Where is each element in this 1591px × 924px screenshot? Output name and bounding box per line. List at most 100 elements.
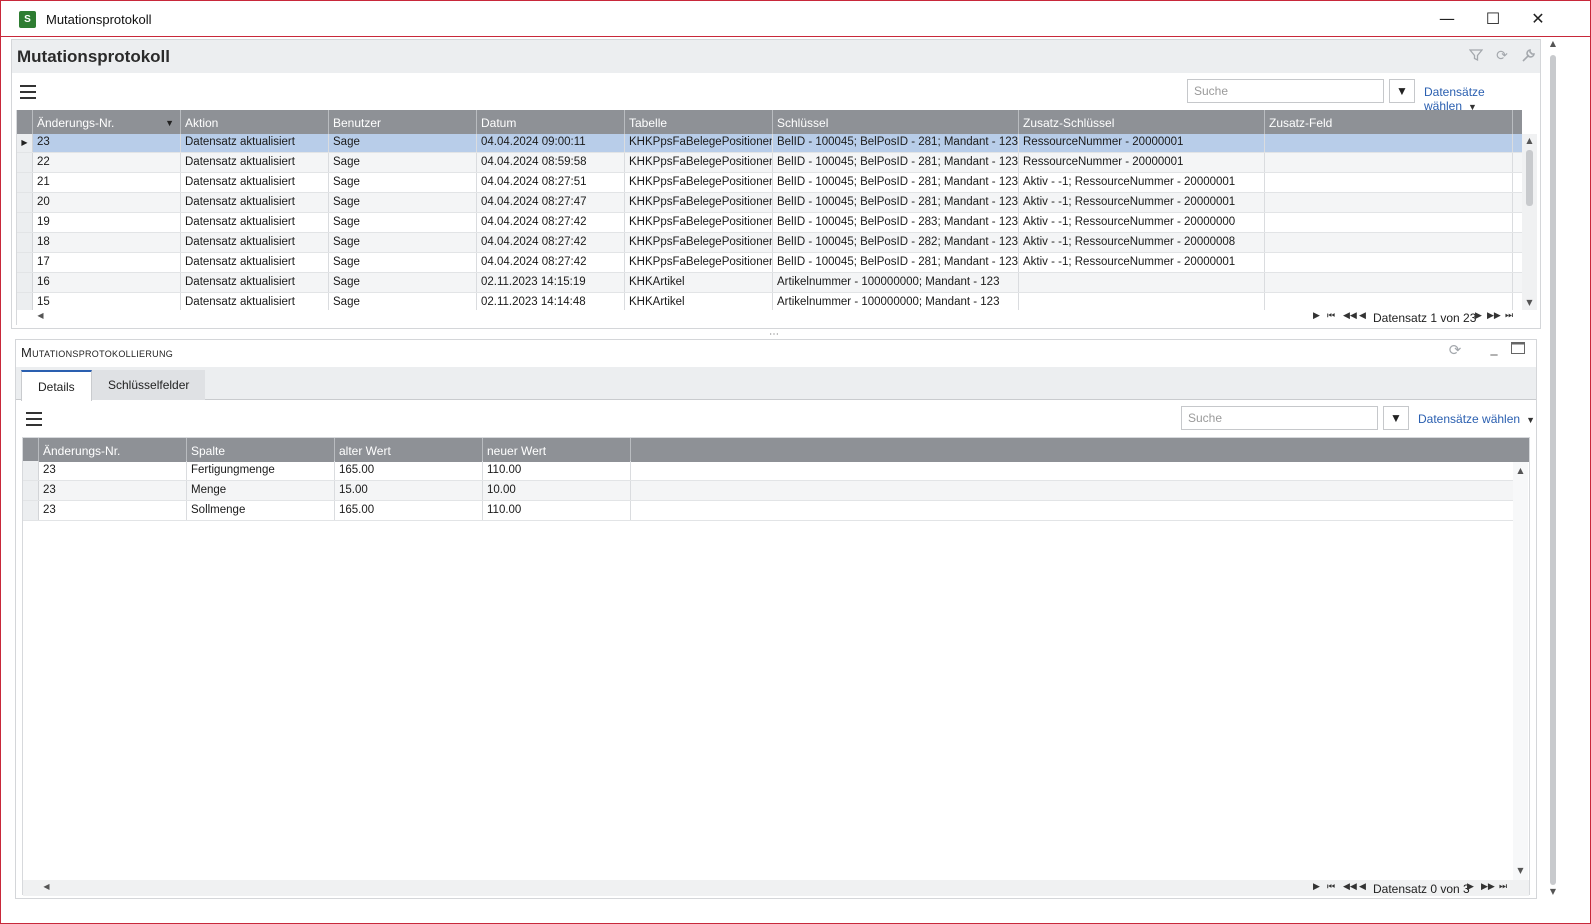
table-cell: 16 [33, 273, 181, 292]
maximize-button[interactable]: ☐ [1470, 7, 1516, 31]
column-header[interactable]: Benutzer [329, 110, 477, 134]
choose-records-link[interactable]: Datensätze wählen ▼ [1424, 85, 1540, 113]
nav-next-icon[interactable]: ▶ [1475, 311, 1482, 321]
column-header[interactable]: Zusatz-Feld [1265, 110, 1513, 134]
search-input[interactable]: Suche [1187, 79, 1384, 103]
nav-next-page-icon[interactable]: ▶▶ [1487, 311, 1501, 321]
minimize-button[interactable]: — [1424, 7, 1470, 31]
scroll-thumb[interactable] [1526, 150, 1533, 206]
scroll-down-icon[interactable]: ▼ [1546, 887, 1560, 896]
row-indicator[interactable] [17, 193, 33, 212]
vertical-scrollbar[interactable]: ▲ ▼ [1513, 462, 1528, 880]
horizontal-scrollbar[interactable] [23, 880, 1529, 896]
table-cell: BelID - 100045; BelPosID - 281; Mandant … [773, 153, 1019, 172]
app-logo-icon: S [19, 11, 36, 28]
scroll-thumb[interactable] [1550, 55, 1556, 885]
nav-prev-page-icon[interactable]: ◀◀ [1343, 311, 1357, 321]
table-row[interactable]: 23 Fertigungmenge 165.00 110.00 [23, 461, 1513, 481]
column-header[interactable]: Tabelle [625, 110, 773, 134]
column-header[interactable]: Datum [477, 110, 625, 134]
close-button[interactable]: ✕ [1515, 7, 1561, 31]
row-indicator[interactable] [17, 293, 33, 310]
detail-panel-title: Mutationsprotokollierung [21, 345, 174, 360]
table-row[interactable]: 23 Sollmenge 165.00 110.00 [23, 501, 1513, 521]
choose-records-link[interactable]: Datensätze wählen ▼ [1418, 412, 1535, 426]
vertical-scrollbar[interactable]: ▲ ▼ [1522, 134, 1537, 310]
row-indicator[interactable] [17, 173, 33, 192]
nav-prev-icon[interactable]: ◀ [1359, 882, 1366, 892]
row-indicator[interactable] [17, 253, 33, 272]
column-header[interactable]: Änderungs-Nr. [39, 438, 187, 462]
column-header[interactable]: Aktion [181, 110, 329, 134]
column-header[interactable]: neuer Wert [483, 438, 631, 462]
table-row[interactable]: 15 Datensatz aktualisiert Sage 02.11.2023 1… [17, 293, 1522, 310]
table-row[interactable]: 23 Menge 15.00 10.00 [23, 481, 1513, 501]
row-indicator[interactable] [23, 501, 39, 520]
table-cell: Aktiv - -1; RessourceNummer - 20000008 [1019, 233, 1265, 252]
scroll-up-icon[interactable]: ▲ [1546, 39, 1560, 48]
nav-first-icon[interactable]: ⏮ [1327, 882, 1335, 892]
table-row[interactable]: 19 Datensatz aktualisiert Sage 04.04.2024 0… [17, 213, 1522, 233]
row-indicator[interactable] [17, 153, 33, 172]
nav-prev-icon[interactable]: ◀ [1359, 311, 1366, 321]
wrench-icon[interactable] [1520, 48, 1536, 64]
table-cell: 18 [33, 233, 181, 252]
maximize-panel-icon[interactable] [1510, 342, 1526, 358]
nav-next-page-small-icon[interactable]: ▶ [1313, 882, 1320, 892]
scroll-left-icon[interactable]: ◀ [33, 311, 48, 320]
scroll-left-icon[interactable]: ◀ [39, 882, 54, 891]
table-cell [1265, 173, 1513, 192]
column-header[interactable]: Schlüssel [773, 110, 1019, 134]
filter-dropdown-button[interactable]: ▼ [1383, 406, 1409, 430]
table-header: Änderungs-Nr. ▼ Aktion Benutzer Datum Tabelle… [17, 110, 1522, 134]
menu-icon[interactable] [26, 412, 42, 426]
row-indicator[interactable] [23, 461, 39, 480]
refresh-icon[interactable]: ⟳ [1447, 342, 1463, 358]
table-cell: 21 [33, 173, 181, 192]
table-row[interactable]: ▶ 23 Datensatz aktualisiert Sage 04.04.2024 … [17, 134, 1522, 153]
row-indicator[interactable] [17, 273, 33, 292]
table-cell [1265, 213, 1513, 232]
table-cell: Aktiv - -1; RessourceNummer - 20000001 [1019, 173, 1265, 192]
table-row[interactable]: 20 Datensatz aktualisiert Sage 04.04.2024 0… [17, 193, 1522, 213]
row-indicator[interactable] [23, 481, 39, 500]
table-row[interactable]: 18 Datensatz aktualisiert Sage 04.04.2024 0… [17, 233, 1522, 253]
table-row[interactable]: 17 Datensatz aktualisiert Sage 04.04.2024 0… [17, 253, 1522, 273]
nav-next-page-icon[interactable]: ▶▶ [1481, 882, 1495, 892]
filter-icon[interactable] [1468, 48, 1484, 64]
nav-next-page-small-icon[interactable]: ▶ [1313, 311, 1320, 321]
table-row[interactable]: 22 Datensatz aktualisiert Sage 04.04.2024 0… [17, 153, 1522, 173]
nav-last-icon[interactable]: ⏭ [1499, 882, 1507, 892]
column-header[interactable]: Änderungs-Nr. ▼ [33, 110, 181, 134]
tab-details[interactable]: Details [21, 370, 92, 401]
table-row[interactable]: 21 Datensatz aktualisiert Sage 04.04.2024 0… [17, 173, 1522, 193]
window-scrollbar[interactable]: ▲ ▼ [1546, 39, 1560, 901]
column-header[interactable]: alter Wert [335, 438, 483, 462]
current-row-arrow-icon[interactable]: ▶ [17, 134, 33, 152]
row-indicator-header [23, 438, 39, 462]
table-cell: Sage [329, 193, 477, 212]
minimize-panel-icon[interactable]: _ [1486, 340, 1502, 356]
sort-descending-icon[interactable]: ▼ [165, 110, 174, 136]
column-header[interactable]: Spalte [187, 438, 335, 462]
search-input[interactable]: Suche [1181, 406, 1378, 430]
nav-next-icon[interactable]: ▶ [1467, 882, 1474, 892]
menu-icon[interactable] [20, 85, 36, 99]
nav-first-icon[interactable]: ⏮ [1327, 311, 1335, 321]
column-header[interactable]: Zusatz-Schlüssel [1019, 110, 1265, 134]
scroll-down-icon[interactable]: ▼ [1513, 866, 1528, 875]
tab-schluesselfelder[interactable]: Schlüsselfelder [92, 370, 206, 400]
table-row[interactable]: 16 Datensatz aktualisiert Sage 02.11.2023 1… [17, 273, 1522, 293]
table-cell: Sage [329, 233, 477, 252]
scroll-up-icon[interactable]: ▲ [1513, 466, 1528, 475]
row-indicator[interactable] [17, 233, 33, 252]
scroll-up-icon[interactable]: ▲ [1522, 136, 1537, 145]
table-cell: 04.04.2024 08:59:58 [477, 153, 625, 172]
refresh-icon[interactable]: ⟳ [1494, 48, 1510, 64]
filter-dropdown-button[interactable]: ▼ [1389, 79, 1415, 103]
nav-last-icon[interactable]: ⏭ [1505, 311, 1513, 321]
table-cell: 04.04.2024 08:27:47 [477, 193, 625, 212]
row-indicator[interactable] [17, 213, 33, 232]
scroll-down-icon[interactable]: ▼ [1522, 298, 1537, 307]
nav-prev-page-icon[interactable]: ◀◀ [1343, 882, 1357, 892]
